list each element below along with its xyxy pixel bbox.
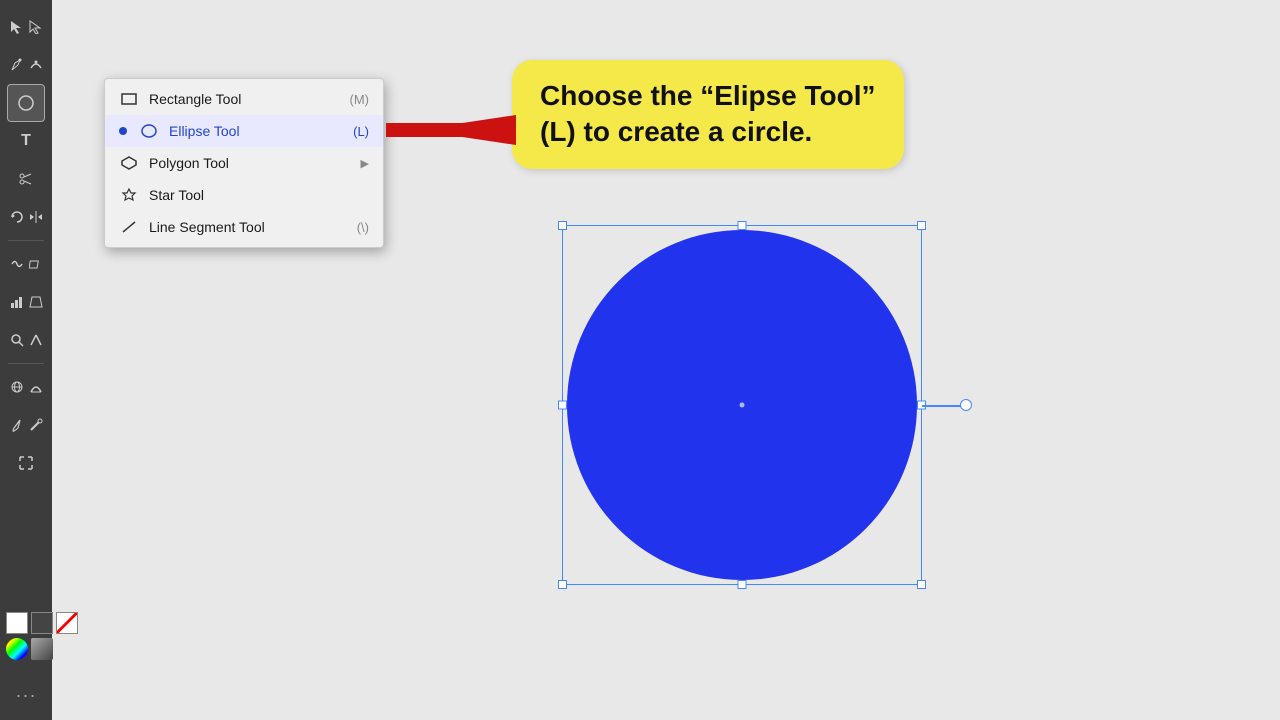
color-wheel[interactable] bbox=[6, 638, 28, 660]
star-icon bbox=[119, 185, 139, 205]
rectangle-icon bbox=[119, 89, 139, 109]
symbol-tools bbox=[4, 368, 48, 406]
ellipse-tool-item[interactable]: Ellipse Tool (L) bbox=[105, 115, 383, 147]
toolbar: T bbox=[0, 0, 52, 720]
paint-brush-tool[interactable] bbox=[8, 407, 26, 443]
shape-dropdown-menu: Rectangle Tool (M) Ellipse Tool (L) Poly… bbox=[104, 78, 384, 248]
fill-swatch[interactable] bbox=[6, 612, 28, 634]
polygon-tool-label: Polygon Tool bbox=[149, 155, 229, 171]
handle-bottom-mid[interactable] bbox=[738, 580, 747, 589]
right-handle-line bbox=[922, 405, 962, 407]
canvas-area: Rectangle Tool (M) Ellipse Tool (L) Poly… bbox=[52, 0, 1280, 720]
ellipse-icon bbox=[139, 121, 159, 141]
more-tools[interactable]: ··· bbox=[16, 685, 37, 706]
ellipse-tool-label: Ellipse Tool bbox=[169, 123, 240, 139]
handle-left-mid[interactable] bbox=[558, 401, 567, 410]
submenu-arrow: ▶ bbox=[361, 157, 369, 170]
ellipse-shortcut: (L) bbox=[353, 124, 369, 139]
perspective-tool[interactable] bbox=[27, 284, 45, 320]
handle-bottom-right[interactable] bbox=[917, 580, 926, 589]
zoom-tool[interactable] bbox=[8, 322, 26, 358]
polygon-icon bbox=[119, 153, 139, 173]
tooltip-line-2: (L) to create a circle. bbox=[540, 116, 812, 147]
tooltip-text: Choose the “Elipse Tool” (L) to create a… bbox=[540, 78, 876, 151]
circle-object[interactable] bbox=[562, 225, 922, 585]
direct-selection-tool[interactable] bbox=[27, 9, 45, 45]
handle-top-left[interactable] bbox=[558, 221, 567, 230]
rectangle-tool-label: Rectangle Tool bbox=[149, 91, 241, 107]
rectangle-shortcut: (M) bbox=[350, 92, 370, 107]
reflect-tool[interactable] bbox=[27, 199, 45, 235]
swatch-row-2 bbox=[6, 638, 78, 660]
selection-bounding-box bbox=[562, 225, 922, 585]
handle-bottom-left[interactable] bbox=[558, 580, 567, 589]
warp-tool[interactable] bbox=[8, 246, 26, 282]
ellipse-shape-tool[interactable] bbox=[8, 85, 44, 121]
curvature-tool[interactable] bbox=[27, 47, 45, 83]
graph-tools bbox=[4, 283, 48, 321]
line-segment-tool-item[interactable]: Line Segment Tool (\) bbox=[105, 211, 383, 243]
right-handle-circle[interactable] bbox=[960, 399, 972, 411]
selection-tool[interactable] bbox=[8, 9, 26, 45]
divider-2 bbox=[8, 363, 44, 364]
eyedropper-tool[interactable] bbox=[27, 407, 45, 443]
graph-tool[interactable] bbox=[8, 284, 26, 320]
swatch-row-1 bbox=[6, 612, 78, 634]
blend-tool[interactable] bbox=[27, 369, 45, 405]
handle-top-right[interactable] bbox=[917, 221, 926, 230]
zoom-tools bbox=[4, 321, 48, 359]
paint-tools bbox=[4, 406, 48, 444]
scissors-tool[interactable] bbox=[8, 161, 44, 197]
selection-tools bbox=[4, 8, 48, 46]
puppet-warp-tool[interactable] bbox=[27, 322, 45, 358]
active-indicator bbox=[119, 127, 127, 135]
type-tool[interactable]: T bbox=[8, 123, 44, 159]
gradient-swatch[interactable] bbox=[31, 638, 53, 660]
rotate-tool[interactable] bbox=[8, 199, 26, 235]
color-swatches bbox=[6, 612, 78, 660]
line-segment-shortcut: (\) bbox=[357, 220, 369, 235]
star-tool-label: Star Tool bbox=[149, 187, 204, 203]
stroke-swatch[interactable] bbox=[31, 612, 53, 634]
transform-tools bbox=[4, 198, 48, 236]
free-transform-tool[interactable] bbox=[27, 246, 45, 282]
tooltip-line-1: Choose the “Elipse Tool” bbox=[540, 80, 876, 111]
warp-tools bbox=[4, 245, 48, 283]
none-swatch[interactable] bbox=[56, 612, 78, 634]
line-segment-tool-label: Line Segment Tool bbox=[149, 219, 265, 235]
star-tool-item[interactable]: Star Tool bbox=[105, 179, 383, 211]
line-segment-icon bbox=[119, 217, 139, 237]
pen-tools bbox=[4, 46, 48, 84]
callout-arrow bbox=[386, 105, 516, 155]
pen-tool[interactable] bbox=[8, 47, 26, 83]
polygon-tool-item[interactable]: Polygon Tool ▶ bbox=[105, 147, 383, 179]
tooltip-bubble: Choose the “Elipse Tool” (L) to create a… bbox=[512, 60, 904, 169]
divider-1 bbox=[8, 240, 44, 241]
artboard-tool[interactable] bbox=[8, 445, 44, 481]
handle-top-mid[interactable] bbox=[738, 221, 747, 230]
globe-tool[interactable] bbox=[8, 369, 26, 405]
rectangle-tool-item[interactable]: Rectangle Tool (M) bbox=[105, 83, 383, 115]
